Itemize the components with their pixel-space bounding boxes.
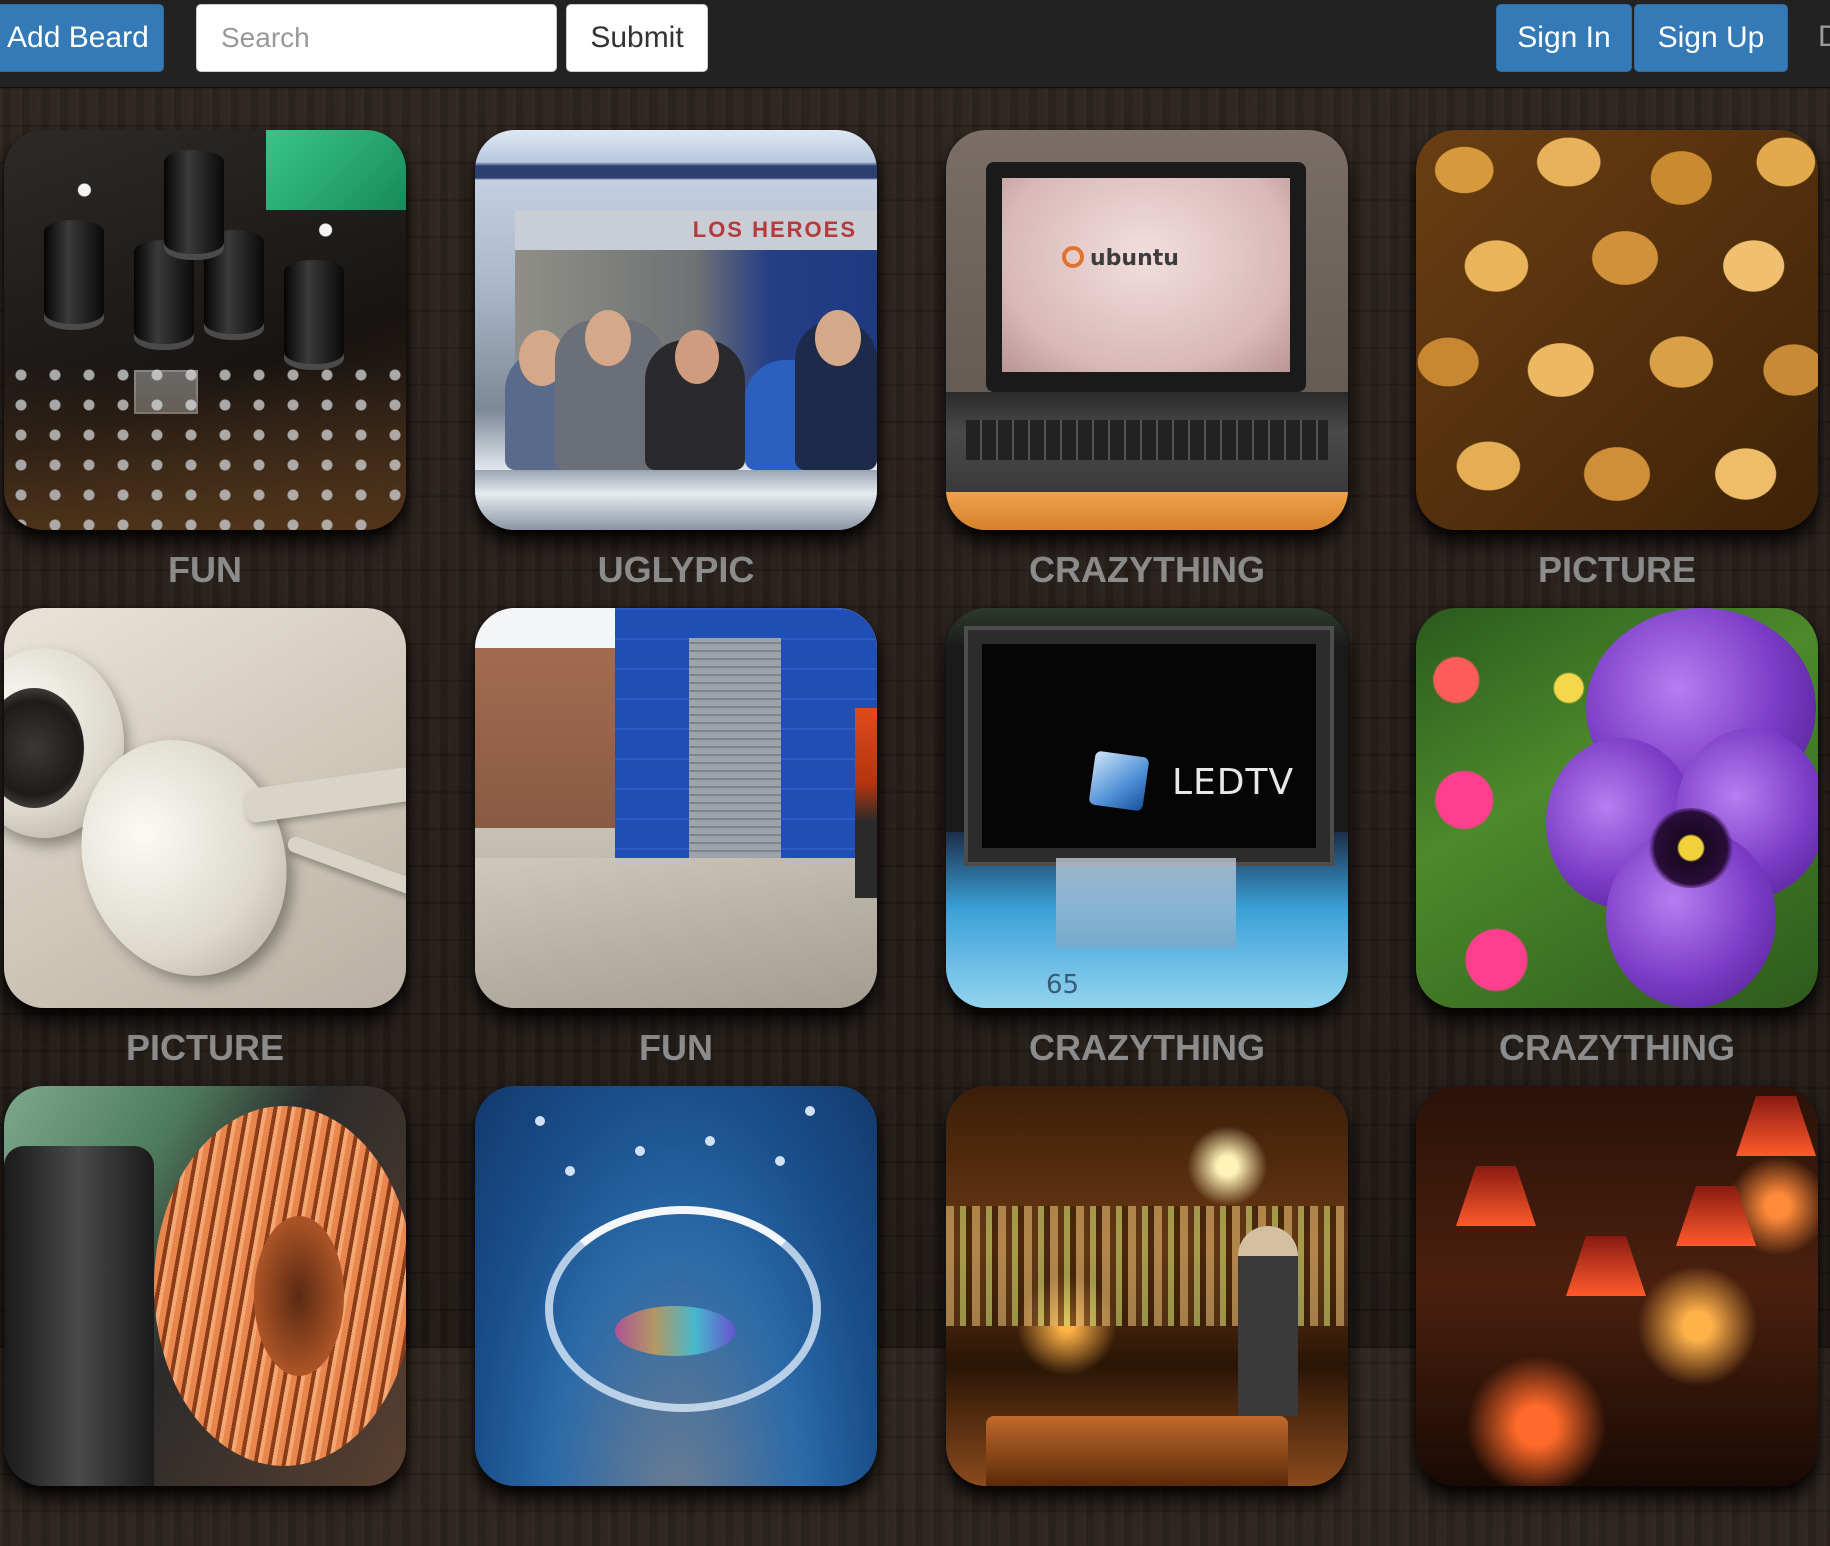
- laptop-keyboard: [966, 420, 1328, 460]
- tile-image[interactable]: LEDTV 65: [946, 608, 1348, 1008]
- ubuntu-wordmark: ubuntu: [1090, 246, 1179, 271]
- tile-label: CRAZYTHING: [1029, 549, 1265, 590]
- sign-in-button[interactable]: Sign In: [1496, 4, 1632, 72]
- capacitor: [164, 150, 224, 260]
- tile-image[interactable]: [4, 1086, 406, 1486]
- tv-cube-logo-icon: [1088, 750, 1150, 812]
- passenger-face: [585, 310, 631, 366]
- gallery-tile[interactable]: ubuntu CRAZYTHING: [946, 130, 1348, 590]
- search-input[interactable]: [196, 4, 557, 72]
- tile-image[interactable]: LOS HEROES: [475, 130, 877, 530]
- gallery-tile[interactable]: [1416, 1086, 1818, 1546]
- street-picture: [475, 608, 877, 1008]
- gallery-tile[interactable]: FUN: [4, 130, 406, 590]
- tile-image[interactable]: [475, 608, 877, 1008]
- ubuntu-logo-icon: [1062, 246, 1084, 268]
- tile-label: UGLYPIC: [597, 549, 755, 590]
- gallery-tile[interactable]: PICTURE: [1416, 130, 1818, 590]
- solder-dots: [4, 360, 406, 530]
- tile-image[interactable]: [475, 1086, 877, 1486]
- window-frame: [475, 470, 877, 530]
- water-drop: [535, 1116, 545, 1126]
- tile-image[interactable]: ubuntu: [946, 130, 1348, 530]
- top-navbar: Add Beard Submit Sign In Sign Up D: [0, 0, 1830, 88]
- gallery-tile[interactable]: [946, 1086, 1348, 1546]
- tile-label: [475, 1506, 877, 1546]
- laptop-screen: ubuntu: [986, 162, 1306, 392]
- passenger-face: [675, 330, 719, 384]
- subway-window-picture: LOS HEROES: [475, 130, 877, 530]
- gallery-tile[interactable]: LOS HEROES UGLYPIC: [475, 130, 877, 590]
- pedestrian: [855, 708, 877, 898]
- gallery-tile[interactable]: FUN: [475, 608, 877, 1068]
- water-drop: [805, 1106, 815, 1116]
- gallery-tile[interactable]: LEDTV 65 CRAZYTHING: [946, 608, 1348, 1068]
- lamp: [1566, 1236, 1646, 1296]
- sign-up-button[interactable]: Sign Up: [1634, 4, 1788, 72]
- tile-image[interactable]: [1416, 608, 1818, 1008]
- tile-label: PICTURE: [125, 1027, 284, 1068]
- tv-screen: LEDTV: [982, 644, 1316, 848]
- earbuds-picture: [4, 608, 406, 1008]
- water-drop: [705, 1136, 715, 1146]
- pansy-flower-picture: [1416, 608, 1818, 1008]
- bar-interior-picture: [946, 1086, 1348, 1486]
- bartender: [1238, 1226, 1298, 1416]
- tile-label: PICTURE: [1537, 549, 1696, 590]
- tile-image[interactable]: [1416, 1086, 1818, 1486]
- capacitor: [44, 220, 104, 330]
- tile-label: CRAZYTHING: [1029, 1027, 1265, 1068]
- tile-image[interactable]: [946, 1086, 1348, 1486]
- tile-label: [4, 1506, 406, 1546]
- tile-label: CRAZYTHING: [1499, 1027, 1735, 1068]
- circuit-board-picture: [4, 130, 406, 530]
- tv-size-label: 65: [1046, 970, 1080, 1000]
- tv-frame: LEDTV: [964, 626, 1334, 866]
- pcb-chip-detail: [266, 130, 406, 210]
- station-sign: LOS HEROES: [515, 210, 877, 250]
- tile-label: FUN: [639, 1027, 713, 1068]
- bar-counter: [986, 1416, 1288, 1486]
- tile-image[interactable]: [4, 608, 406, 1008]
- capacitor: [284, 260, 344, 370]
- laptop-picture: ubuntu: [946, 130, 1348, 530]
- tile-label: FUN: [168, 549, 242, 590]
- nav-item-cut-off[interactable]: D: [1818, 20, 1830, 54]
- earbud-cable: [242, 766, 406, 824]
- table-surface: [946, 492, 1348, 530]
- led-tv-picture: LEDTV 65: [946, 608, 1348, 1008]
- tile-label: [946, 1506, 1348, 1546]
- coil-center: [254, 1216, 344, 1376]
- laptop-display: ubuntu: [1002, 178, 1290, 372]
- capacitor: [4, 1146, 154, 1486]
- rolling-shutter: [689, 638, 781, 858]
- pansy-center: [1646, 808, 1736, 888]
- peanuts-picture: [1416, 130, 1818, 530]
- tile-label: [1416, 1506, 1818, 1546]
- water-drop: [565, 1166, 575, 1176]
- water-splash-picture: [475, 1086, 877, 1486]
- splash-reflection: [615, 1306, 735, 1356]
- lamp: [1456, 1166, 1536, 1226]
- led-tv-logo-text: LEDTV: [1172, 762, 1295, 803]
- gallery-tile[interactable]: [4, 1086, 406, 1546]
- lamp: [1676, 1186, 1756, 1246]
- submit-button[interactable]: Submit: [566, 4, 708, 72]
- sidewalk: [475, 858, 877, 1008]
- water-drop: [635, 1146, 645, 1156]
- tile-image[interactable]: [4, 130, 406, 530]
- gallery-tile[interactable]: PICTURE: [4, 608, 406, 1068]
- passenger-face: [815, 310, 861, 366]
- lamp: [1736, 1096, 1816, 1156]
- copper-coil-picture: [4, 1086, 406, 1486]
- water-drop: [775, 1156, 785, 1166]
- add-beard-button[interactable]: Add Beard: [0, 4, 164, 72]
- tile-image[interactable]: [1416, 130, 1818, 530]
- lamps-picture: [1416, 1086, 1818, 1486]
- gallery-tile[interactable]: [475, 1086, 877, 1546]
- earbud-cable: [285, 834, 406, 898]
- tv-stand: [1056, 858, 1236, 948]
- gallery-tile[interactable]: CRAZYTHING: [1416, 608, 1818, 1068]
